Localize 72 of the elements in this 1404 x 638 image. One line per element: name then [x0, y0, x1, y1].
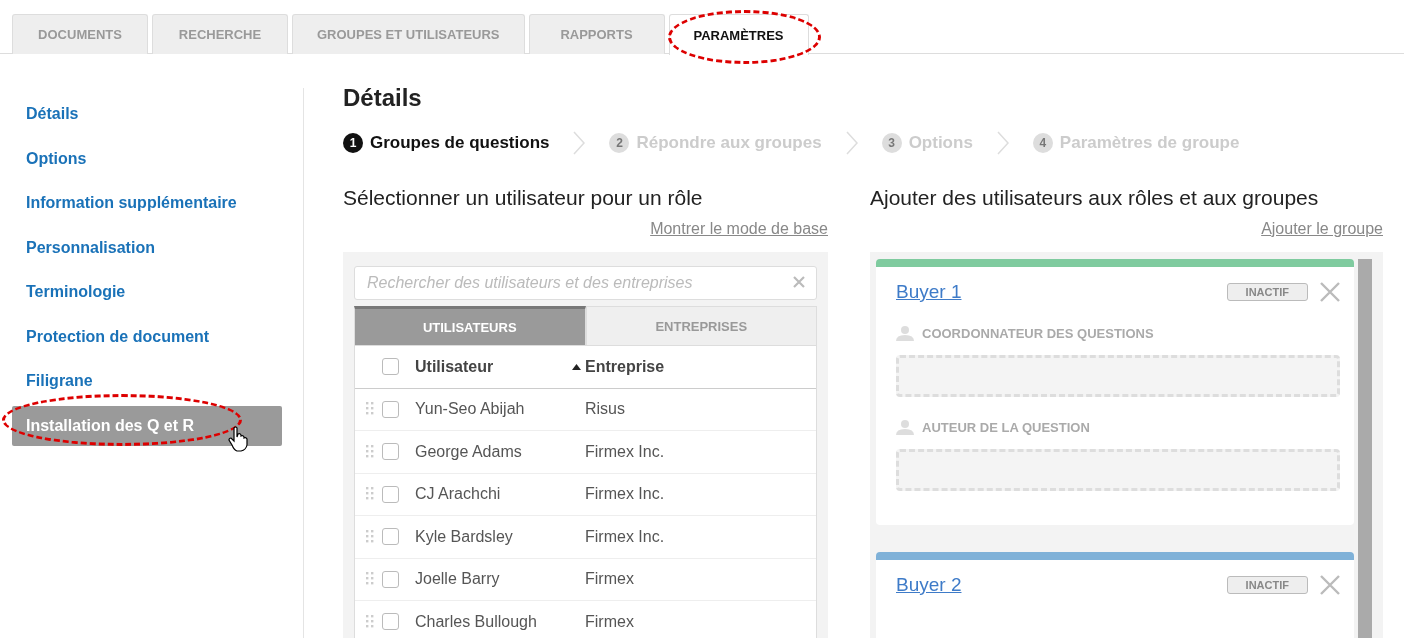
- drop-zone[interactable]: [896, 449, 1340, 491]
- checkbox[interactable]: [382, 570, 399, 588]
- search-field[interactable]: Rechercher des utilisateurs et des entreprises: [354, 266, 817, 300]
- close-icon[interactable]: [1320, 575, 1340, 595]
- sidebar-item[interactable]: Options: [12, 138, 282, 179]
- checkbox[interactable]: [382, 613, 399, 631]
- user-name-cell-text: Kyle Bardsley: [415, 527, 514, 546]
- section-heading: Ajouter des utilisateurs aux rôles et aux groupes: [870, 186, 1320, 211]
- nav-tab[interactable]: RAPPORTS: [528, 14, 665, 54]
- page-title: Détails: [343, 84, 423, 112]
- step-number: 4: [1032, 133, 1053, 153]
- section-heading: Sélectionner un utilisateur pour un rôle: [343, 186, 704, 211]
- company-cell: Firmex Inc.: [585, 485, 665, 504]
- company-cell: Risus: [585, 400, 625, 419]
- person-icon: [896, 325, 914, 341]
- checkbox[interactable]: [382, 443, 399, 461]
- step-label: Groupes de questions: [370, 133, 550, 153]
- status-badge[interactable]: INACTIF: [1226, 283, 1308, 301]
- drop-zone[interactable]: [896, 355, 1340, 397]
- checkbox[interactable]: [382, 358, 399, 376]
- role-label: COORDONNATEUR DES QUESTIONS: [922, 325, 1154, 341]
- sidebar-item[interactable]: Protection de document: [12, 316, 282, 357]
- sidebar-item[interactable]: Information supplémentaire: [12, 183, 282, 223]
- close-icon[interactable]: [1320, 282, 1340, 302]
- drag-handle-icon[interactable]: [366, 572, 374, 587]
- filter-tab[interactable]: UTILISATEURS: [354, 306, 586, 346]
- sort-arrow-icon: [572, 363, 581, 370]
- chevron-icon: [845, 131, 858, 155]
- nav-tab[interactable]: RECHERCHE: [152, 14, 288, 54]
- step-number: 3: [881, 133, 902, 153]
- sidebar-item[interactable]: Terminologie: [12, 272, 282, 312]
- scrollbar-thumb[interactable]: [1358, 259, 1372, 638]
- company-cell: Firmex: [585, 570, 634, 589]
- role-label: AUTEUR DE LA QUESTION: [922, 419, 1090, 435]
- drag-handle-icon[interactable]: [366, 444, 374, 459]
- column-header[interactable]: Entreprise: [585, 357, 665, 376]
- user-name-cell-text: Charles Bullough: [415, 612, 538, 631]
- drag-handle-icon[interactable]: [366, 487, 374, 502]
- sidebar-item[interactable]: Détails: [12, 94, 282, 134]
- company-cell: Firmex Inc.: [585, 527, 665, 546]
- drag-handle-icon[interactable]: [366, 529, 374, 544]
- step-number: 2: [609, 133, 630, 153]
- chevron-icon: [573, 131, 586, 155]
- chevron-icon: [996, 131, 1009, 155]
- company-cell: Firmex: [585, 612, 634, 631]
- person-icon: [896, 419, 914, 435]
- user-name-cell-text: Yun-Seo Abijah: [415, 400, 526, 419]
- close-icon[interactable]: [793, 276, 805, 288]
- group-name-link[interactable]: Buyer 2: [896, 574, 1215, 596]
- nav-tab[interactable]: GROUPES ET UTILISATEURS: [292, 14, 525, 54]
- drag-handle-icon[interactable]: [366, 614, 374, 629]
- nav-tab[interactable]: PARAMÈTRES: [668, 14, 809, 55]
- group-name-link[interactable]: Buyer 1: [896, 281, 1215, 303]
- filter-tab[interactable]: ENTREPRISES: [585, 306, 817, 346]
- basic-mode-link[interactable]: Montrer le mode de base: [650, 220, 828, 252]
- status-badge[interactable]: INACTIF: [1226, 576, 1308, 594]
- nav-tab[interactable]: DOCUMENTS: [12, 14, 148, 54]
- step-number: 1: [343, 133, 363, 153]
- checkbox[interactable]: [382, 528, 399, 546]
- checkbox[interactable]: [382, 485, 399, 503]
- sidebar-item[interactable]: Personnalisation: [12, 227, 282, 268]
- user-name-cell-text: Joelle Barry: [415, 570, 501, 589]
- checkbox[interactable]: [382, 400, 399, 418]
- company-cell: Firmex Inc.: [585, 442, 665, 461]
- sidebar-item[interactable]: Installation des Q et R: [12, 405, 282, 446]
- column-header[interactable]: Utilisateur: [415, 357, 494, 376]
- add-group-link[interactable]: Ajouter le groupe: [1261, 220, 1383, 252]
- sidebar-item[interactable]: Filigrane: [12, 361, 282, 401]
- user-name-cell-text: CJ Arachchi: [415, 485, 502, 504]
- user-name-cell-text: George Adams: [415, 442, 523, 461]
- hand-cursor-icon: [228, 426, 250, 452]
- drag-handle-icon[interactable]: [366, 402, 374, 417]
